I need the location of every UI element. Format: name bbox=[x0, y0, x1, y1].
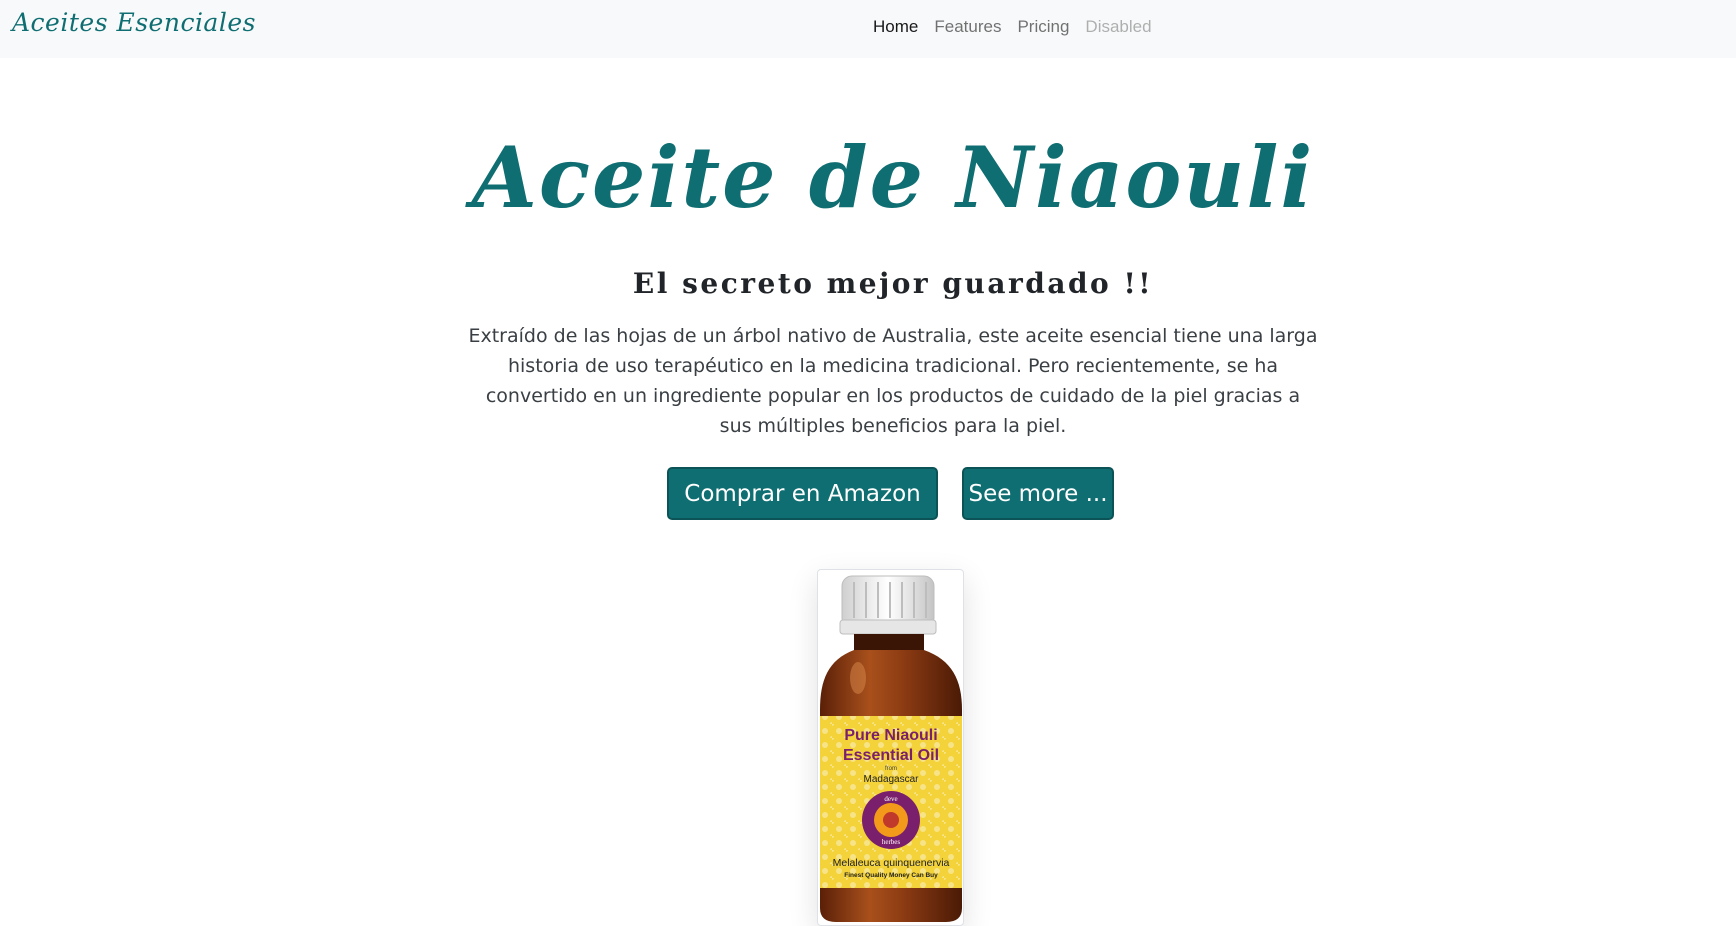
nav-link-pricing[interactable]: Pricing bbox=[1017, 17, 1069, 37]
bottle-cap bbox=[839, 575, 937, 635]
label-line-1: Pure Niaouli bbox=[844, 727, 937, 744]
label-tagline: Finest Quality Money Can Buy bbox=[844, 872, 938, 879]
product-image: Pure Niaouli Essential Oil from Madagasc… bbox=[817, 569, 964, 926]
niaouli-oil-bottle-illustration: Pure Niaouli Essential Oil from Madagasc… bbox=[820, 575, 962, 922]
hero-subtitle: El secreto mejor guardado !! bbox=[632, 267, 1154, 300]
label-line-2: Essential Oil bbox=[843, 747, 939, 764]
label-from: from bbox=[885, 766, 897, 772]
hero-title: Aceite de Niaouli bbox=[471, 128, 1315, 227]
nav-link-features[interactable]: Features bbox=[934, 17, 1001, 37]
navbar: Aceites Esenciales Home Features Pricing… bbox=[0, 0, 1736, 58]
label-origin: Madagascar bbox=[863, 774, 919, 785]
nav-link-home[interactable]: Home bbox=[873, 17, 918, 37]
nav-link-disabled: Disabled bbox=[1085, 17, 1152, 36]
svg-text:deve: deve bbox=[884, 795, 897, 803]
brand-seal-icon: deve herbes bbox=[862, 791, 920, 849]
buy-on-amazon-button[interactable]: Comprar en Amazon bbox=[667, 467, 938, 520]
see-more-button[interactable]: See more ... bbox=[962, 467, 1114, 520]
nav-links: Home Features Pricing Disabled bbox=[873, 17, 1168, 37]
hero-description: Extraído de las hojas de un árbol nativo… bbox=[468, 325, 1318, 437]
label-botanical-name: Melaleuca quinquenervia bbox=[833, 857, 950, 869]
svg-text:herbes: herbes bbox=[882, 838, 901, 846]
brand-logo[interactable]: Aceites Esenciales bbox=[12, 8, 256, 37]
